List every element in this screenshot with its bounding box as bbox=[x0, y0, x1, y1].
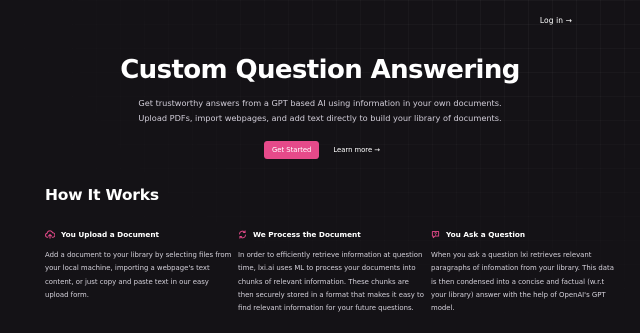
step-description: Add a document to your library by select… bbox=[45, 251, 232, 299]
cloud-upload-icon bbox=[45, 229, 55, 239]
step-title: You Ask a Question bbox=[446, 229, 526, 239]
how-it-works-heading: How It Works bbox=[45, 186, 159, 204]
chat-question-icon bbox=[431, 230, 440, 239]
login-link[interactable]: Log in → bbox=[540, 16, 572, 25]
step-title: We Process the Document bbox=[253, 229, 361, 239]
step-description: In order to efficiently retrieve informa… bbox=[238, 251, 424, 313]
get-started-button[interactable]: Get Started bbox=[264, 141, 320, 159]
step-process-document: We Process the Document In order to effi… bbox=[238, 228, 426, 315]
refresh-icon bbox=[238, 229, 247, 239]
step-upload-document: You Upload a Document Add a document to … bbox=[45, 228, 233, 315]
hero-title: Custom Question Answering bbox=[120, 55, 520, 85]
step-title: You Upload a Document bbox=[61, 229, 160, 239]
how-it-works-steps: You Upload a Document Add a document to … bbox=[45, 228, 615, 315]
step-description: When you ask a question lxi retrieves re… bbox=[431, 251, 614, 313]
step-ask-question: You Ask a Question When you ask a questi… bbox=[431, 228, 619, 315]
hero-section: Custom Question Answering Get trustworth… bbox=[0, 52, 640, 126]
hero-description: Get trustworthy answers from a GPT based… bbox=[138, 98, 502, 123]
learn-more-link[interactable]: Learn more → bbox=[333, 146, 380, 154]
cta-row: Get Started Learn more → bbox=[0, 141, 640, 159]
